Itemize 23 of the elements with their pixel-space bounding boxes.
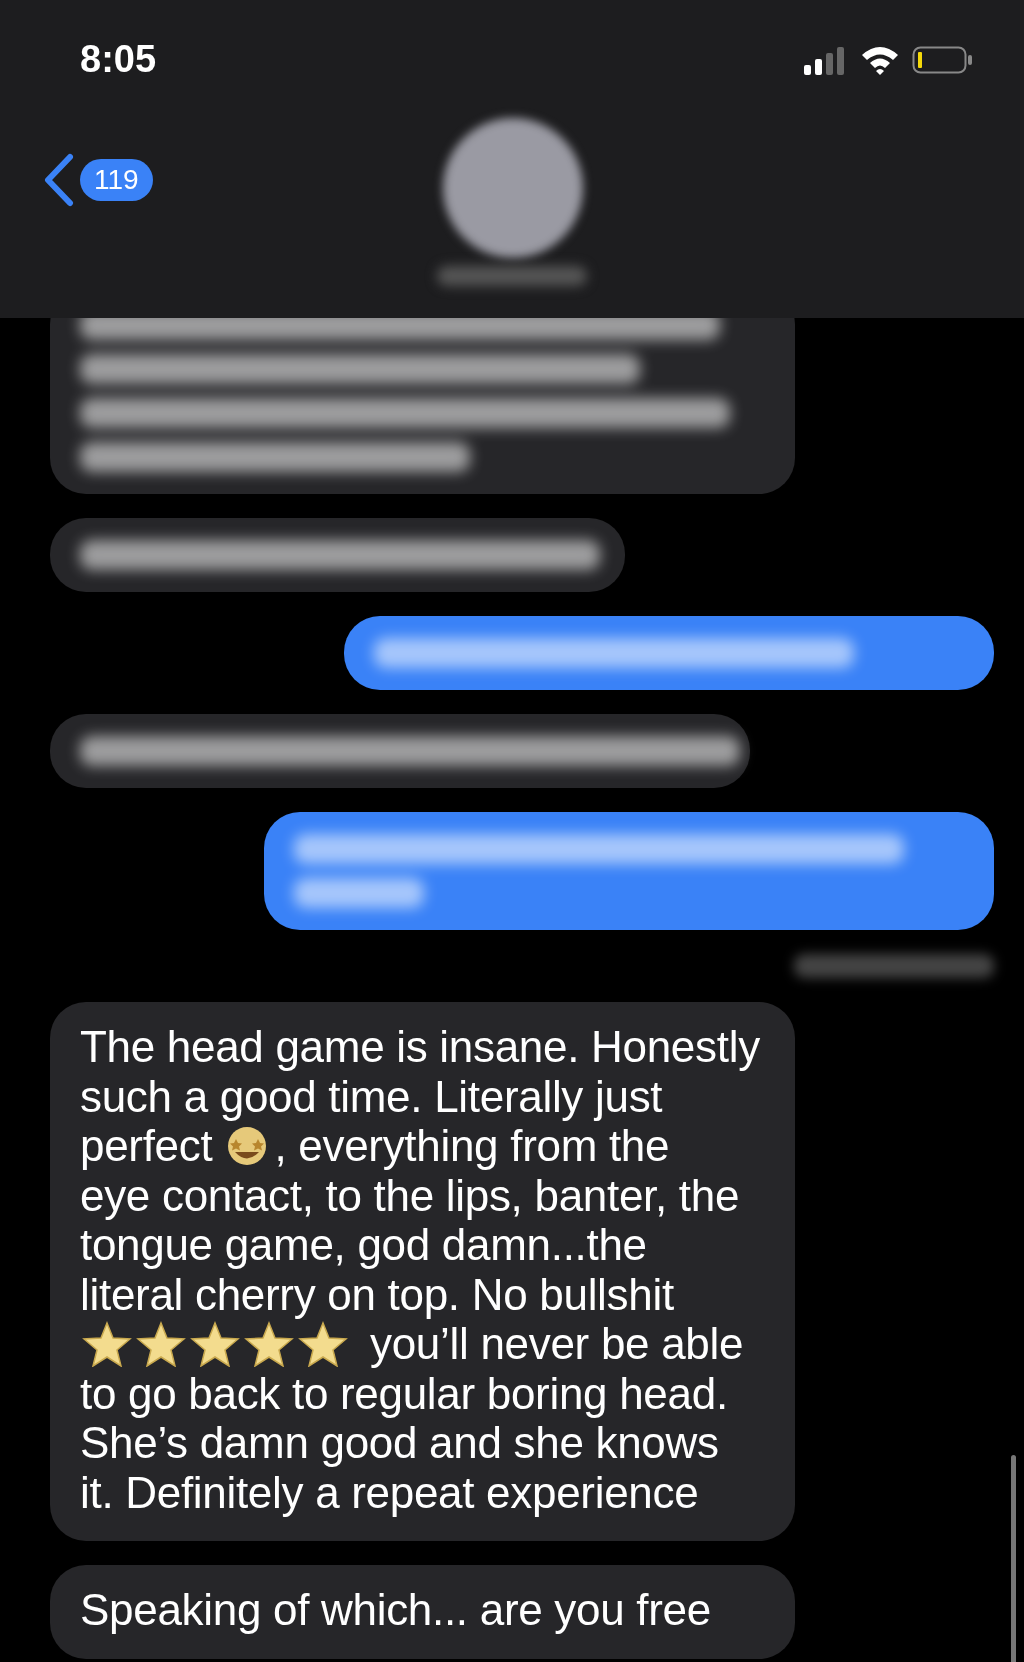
star-icon bbox=[296, 1320, 350, 1367]
wifi-icon bbox=[860, 44, 900, 75]
message-text: She’s damn good and she knows bbox=[80, 1418, 719, 1468]
message-text: The head game is insane. Honestly bbox=[80, 1022, 760, 1072]
message-text: to go back to regular boring head. bbox=[80, 1368, 728, 1418]
star-icon bbox=[80, 1320, 134, 1367]
message-text: perfect bbox=[80, 1121, 213, 1171]
message-text: you’ll never be able bbox=[370, 1319, 744, 1369]
message-text: literal cherry on top. No bullshit bbox=[80, 1269, 674, 1319]
unread-count-badge[interactable]: 119 bbox=[80, 159, 153, 201]
back-chevron-icon[interactable] bbox=[42, 153, 76, 207]
star-icon bbox=[134, 1320, 188, 1367]
star-icon bbox=[242, 1320, 296, 1367]
message-text: such a good time. Literally just bbox=[80, 1071, 663, 1121]
star-icon bbox=[188, 1320, 242, 1367]
message-text: eye contact, to the lips, banter, the bbox=[80, 1170, 740, 1220]
message-text: , everything from the bbox=[274, 1121, 670, 1171]
message-text: it. Definitely a repeat experience bbox=[80, 1467, 699, 1517]
status-time: 8:05 bbox=[80, 38, 157, 81]
blurred-avatar-icon[interactable] bbox=[443, 118, 583, 258]
message-text: tongue game, god damn...the bbox=[80, 1220, 647, 1270]
battery-icon bbox=[912, 44, 974, 75]
message-text: Speaking of which... are you free bbox=[80, 1585, 711, 1635]
